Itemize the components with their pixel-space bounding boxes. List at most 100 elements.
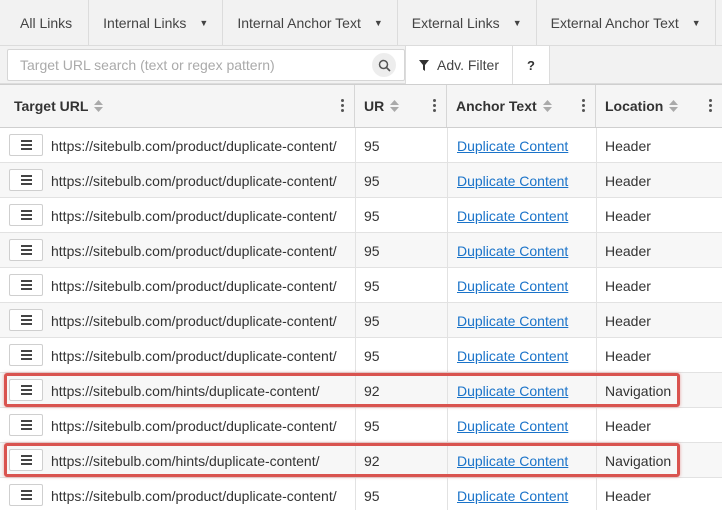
- ur-cell: 95: [364, 137, 380, 154]
- caret-down-icon: ▼: [199, 18, 209, 28]
- target-url-cell: https://sitebulb.com/hints/duplicate-con…: [51, 452, 320, 469]
- location-cell: Header: [605, 137, 651, 154]
- column-label: Target URL: [14, 98, 89, 114]
- location-cell: Header: [605, 487, 651, 504]
- hamburger-icon: [20, 175, 32, 177]
- target-url-cell: https://sitebulb.com/product/duplicate-c…: [51, 137, 337, 154]
- column-menu-icon[interactable]: [709, 99, 712, 112]
- row-menu-button[interactable]: [9, 239, 43, 261]
- adv-filter-button[interactable]: Adv. Filter: [405, 46, 513, 84]
- ur-cell: 92: [364, 382, 380, 399]
- column-menu-icon[interactable]: [433, 99, 436, 112]
- tab-label: External Links: [411, 15, 500, 31]
- table-row[interactable]: https://sitebulb.com/product/duplicate-c…: [0, 128, 722, 163]
- anchor-text-link[interactable]: Duplicate Content: [457, 243, 568, 259]
- location-cell: Header: [605, 312, 651, 329]
- column-header-location[interactable]: Location: [596, 85, 722, 127]
- hamburger-icon: [20, 140, 32, 142]
- hamburger-icon: [20, 455, 32, 457]
- row-menu-button[interactable]: [9, 204, 43, 226]
- ur-cell: 95: [364, 312, 380, 329]
- anchor-text-link[interactable]: Duplicate Content: [457, 313, 568, 329]
- ur-cell: 95: [364, 417, 380, 434]
- row-menu-button[interactable]: [9, 379, 43, 401]
- ur-cell: 95: [364, 207, 380, 224]
- search-button[interactable]: [372, 53, 396, 77]
- table-row[interactable]: https://sitebulb.com/product/duplicate-c…: [0, 268, 722, 303]
- row-menu-button[interactable]: [9, 309, 43, 331]
- hamburger-icon: [20, 350, 32, 352]
- anchor-text-link[interactable]: Duplicate Content: [457, 208, 568, 224]
- ur-cell: 95: [364, 242, 380, 259]
- tab-external-links[interactable]: External Links ▼: [398, 0, 537, 46]
- anchor-text-link[interactable]: Duplicate Content: [457, 138, 568, 154]
- row-menu-button[interactable]: [9, 414, 43, 436]
- tab-all-links[interactable]: All Links: [0, 0, 90, 46]
- anchor-text-link[interactable]: Duplicate Content: [457, 488, 568, 504]
- target-url-cell: https://sitebulb.com/product/duplicate-c…: [51, 277, 337, 294]
- search-toolbar: Adv. Filter ?: [0, 46, 722, 84]
- adv-filter-label: Adv. Filter: [437, 57, 499, 73]
- anchor-text-link[interactable]: Duplicate Content: [457, 348, 568, 364]
- column-header-anchor-text[interactable]: Anchor Text: [447, 85, 596, 127]
- row-menu-button[interactable]: [9, 484, 43, 506]
- hamburger-icon: [20, 385, 32, 387]
- table-row[interactable]: https://sitebulb.com/hints/duplicate-con…: [0, 443, 722, 478]
- caret-down-icon: ▼: [373, 18, 383, 28]
- target-url-cell: https://sitebulb.com/product/duplicate-c…: [51, 312, 337, 329]
- row-menu-button[interactable]: [9, 274, 43, 296]
- tab-label: Internal Anchor Text: [237, 15, 361, 31]
- table-row[interactable]: https://sitebulb.com/product/duplicate-c…: [0, 163, 722, 198]
- column-header-ur[interactable]: UR: [355, 85, 447, 127]
- tab-external-anchor-text[interactable]: External Anchor Text ▼: [537, 0, 716, 46]
- table-row[interactable]: https://sitebulb.com/product/duplicate-c…: [0, 338, 722, 373]
- tab-label: External Anchor Text: [550, 15, 679, 31]
- target-url-cell: https://sitebulb.com/product/duplicate-c…: [51, 417, 337, 434]
- column-menu-icon[interactable]: [582, 99, 585, 112]
- row-menu-button[interactable]: [9, 449, 43, 471]
- row-menu-button[interactable]: [9, 134, 43, 156]
- sort-icon[interactable]: [542, 100, 552, 112]
- anchor-text-link[interactable]: Duplicate Content: [457, 418, 568, 434]
- location-cell: Navigation: [605, 452, 672, 469]
- column-menu-icon[interactable]: [341, 99, 344, 112]
- ur-cell: 95: [364, 487, 380, 504]
- anchor-text-link[interactable]: Duplicate Content: [457, 453, 568, 469]
- filter-icon: [419, 59, 429, 71]
- table-row[interactable]: https://sitebulb.com/product/duplicate-c…: [0, 478, 722, 510]
- ur-cell: 95: [364, 347, 380, 364]
- table-row[interactable]: https://sitebulb.com/product/duplicate-c…: [0, 408, 722, 443]
- tab-label: Internal Links: [103, 15, 187, 31]
- table-row[interactable]: https://sitebulb.com/hints/duplicate-con…: [0, 373, 722, 408]
- tab-internal-anchor-text[interactable]: Internal Anchor Text ▼: [223, 0, 398, 46]
- location-cell: Header: [605, 347, 651, 364]
- tab-label: All Links: [20, 15, 73, 31]
- target-url-cell: https://sitebulb.com/product/duplicate-c…: [51, 347, 337, 364]
- tab-bar: All Links Internal Links ▼ Internal Ancho…: [0, 0, 722, 46]
- sort-icon[interactable]: [390, 100, 400, 112]
- row-menu-button[interactable]: [9, 169, 43, 191]
- hamburger-icon: [20, 280, 32, 282]
- help-button[interactable]: ?: [513, 46, 550, 84]
- anchor-text-link[interactable]: Duplicate Content: [457, 173, 568, 189]
- column-label: Anchor Text: [456, 98, 537, 114]
- target-url-cell: https://sitebulb.com/product/duplicate-c…: [51, 487, 337, 504]
- table-row[interactable]: https://sitebulb.com/product/duplicate-c…: [0, 233, 722, 268]
- tab-internal-links[interactable]: Internal Links ▼: [89, 0, 224, 46]
- target-url-cell: https://sitebulb.com/product/duplicate-c…: [51, 172, 337, 189]
- sort-icon[interactable]: [669, 100, 679, 112]
- table-row[interactable]: https://sitebulb.com/product/duplicate-c…: [0, 303, 722, 338]
- column-header-target-url[interactable]: Target URL: [0, 85, 355, 127]
- anchor-text-link[interactable]: Duplicate Content: [457, 383, 568, 399]
- ur-cell: 95: [364, 277, 380, 294]
- table-header: Target URL UR Anchor Text Location: [0, 84, 722, 128]
- table-row[interactable]: https://sitebulb.com/product/duplicate-c…: [0, 198, 722, 233]
- anchor-text-link[interactable]: Duplicate Content: [457, 278, 568, 294]
- hamburger-icon: [20, 210, 32, 212]
- location-cell: Navigation: [605, 382, 672, 399]
- search-input[interactable]: [12, 50, 372, 80]
- location-cell: Header: [605, 417, 651, 434]
- row-menu-button[interactable]: [9, 344, 43, 366]
- search-icon: [378, 59, 391, 72]
- sort-icon[interactable]: [94, 100, 104, 112]
